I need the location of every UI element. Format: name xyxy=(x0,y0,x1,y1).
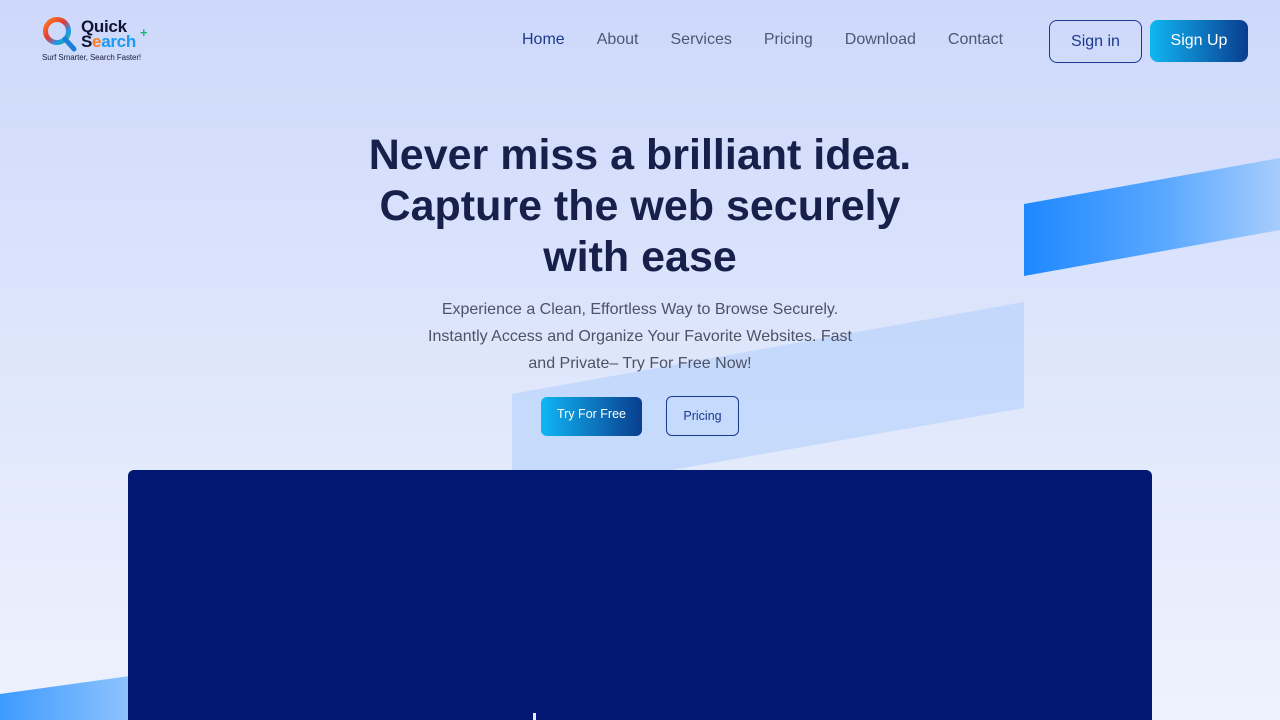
hero-title-line-1: Never miss a brilliant idea. xyxy=(368,131,912,179)
hero-title-line-3: with ease xyxy=(543,233,737,281)
sign-up-button[interactable]: Sign Up xyxy=(1150,20,1248,62)
decorative-stripe-top xyxy=(1024,158,1280,276)
hero-subtitle-line-2: Instantly Access and Organize Your Favor… xyxy=(428,328,852,345)
brand-name-search-s: S xyxy=(81,32,93,51)
brand-name-search-e: e xyxy=(92,32,102,51)
nav-download[interactable]: Download xyxy=(845,30,916,50)
hero-title-line-2: Capture the web securely xyxy=(379,182,901,230)
nav-pricing[interactable]: Pricing xyxy=(764,30,813,50)
hero-subtitle: Experience a Clean, Effortless Way to Br… xyxy=(420,296,860,377)
hero-title: Never miss a brilliant idea. Capture the… xyxy=(340,130,940,283)
brand-name-search: Search xyxy=(81,32,136,52)
try-for-free-button[interactable]: Try For Free xyxy=(541,397,642,436)
decorative-stripe-bottom xyxy=(0,676,130,720)
hero-subtitle-line-3: and Private– Try For Free Now! xyxy=(528,355,752,372)
magnifier-q-icon xyxy=(43,17,77,52)
nav-about[interactable]: About xyxy=(597,30,639,50)
nav-home[interactable]: Home xyxy=(522,30,565,50)
brand-tagline: Surf Smarter, Search Faster! xyxy=(42,53,142,62)
pricing-button[interactable]: Pricing xyxy=(666,396,739,436)
site-header: Quick Search + Surf Smarter, Search Fast… xyxy=(0,0,1280,82)
brand-logo[interactable]: Quick Search + Surf Smarter, Search Fast… xyxy=(42,16,162,66)
brand-name-search-rest: arch xyxy=(101,32,136,51)
product-preview-panel[interactable] xyxy=(128,470,1152,720)
preview-cursor-mark xyxy=(533,713,536,720)
hero-subtitle-line-1: Experience a Clean, Effortless Way to Br… xyxy=(441,301,839,318)
nav-contact[interactable]: Contact xyxy=(948,30,1003,50)
brand-plus-icon: + xyxy=(140,25,148,40)
main-nav: Home About Services Pricing Download Con… xyxy=(522,30,1035,50)
nav-services[interactable]: Services xyxy=(671,30,732,50)
sign-in-button[interactable]: Sign in xyxy=(1049,20,1142,63)
